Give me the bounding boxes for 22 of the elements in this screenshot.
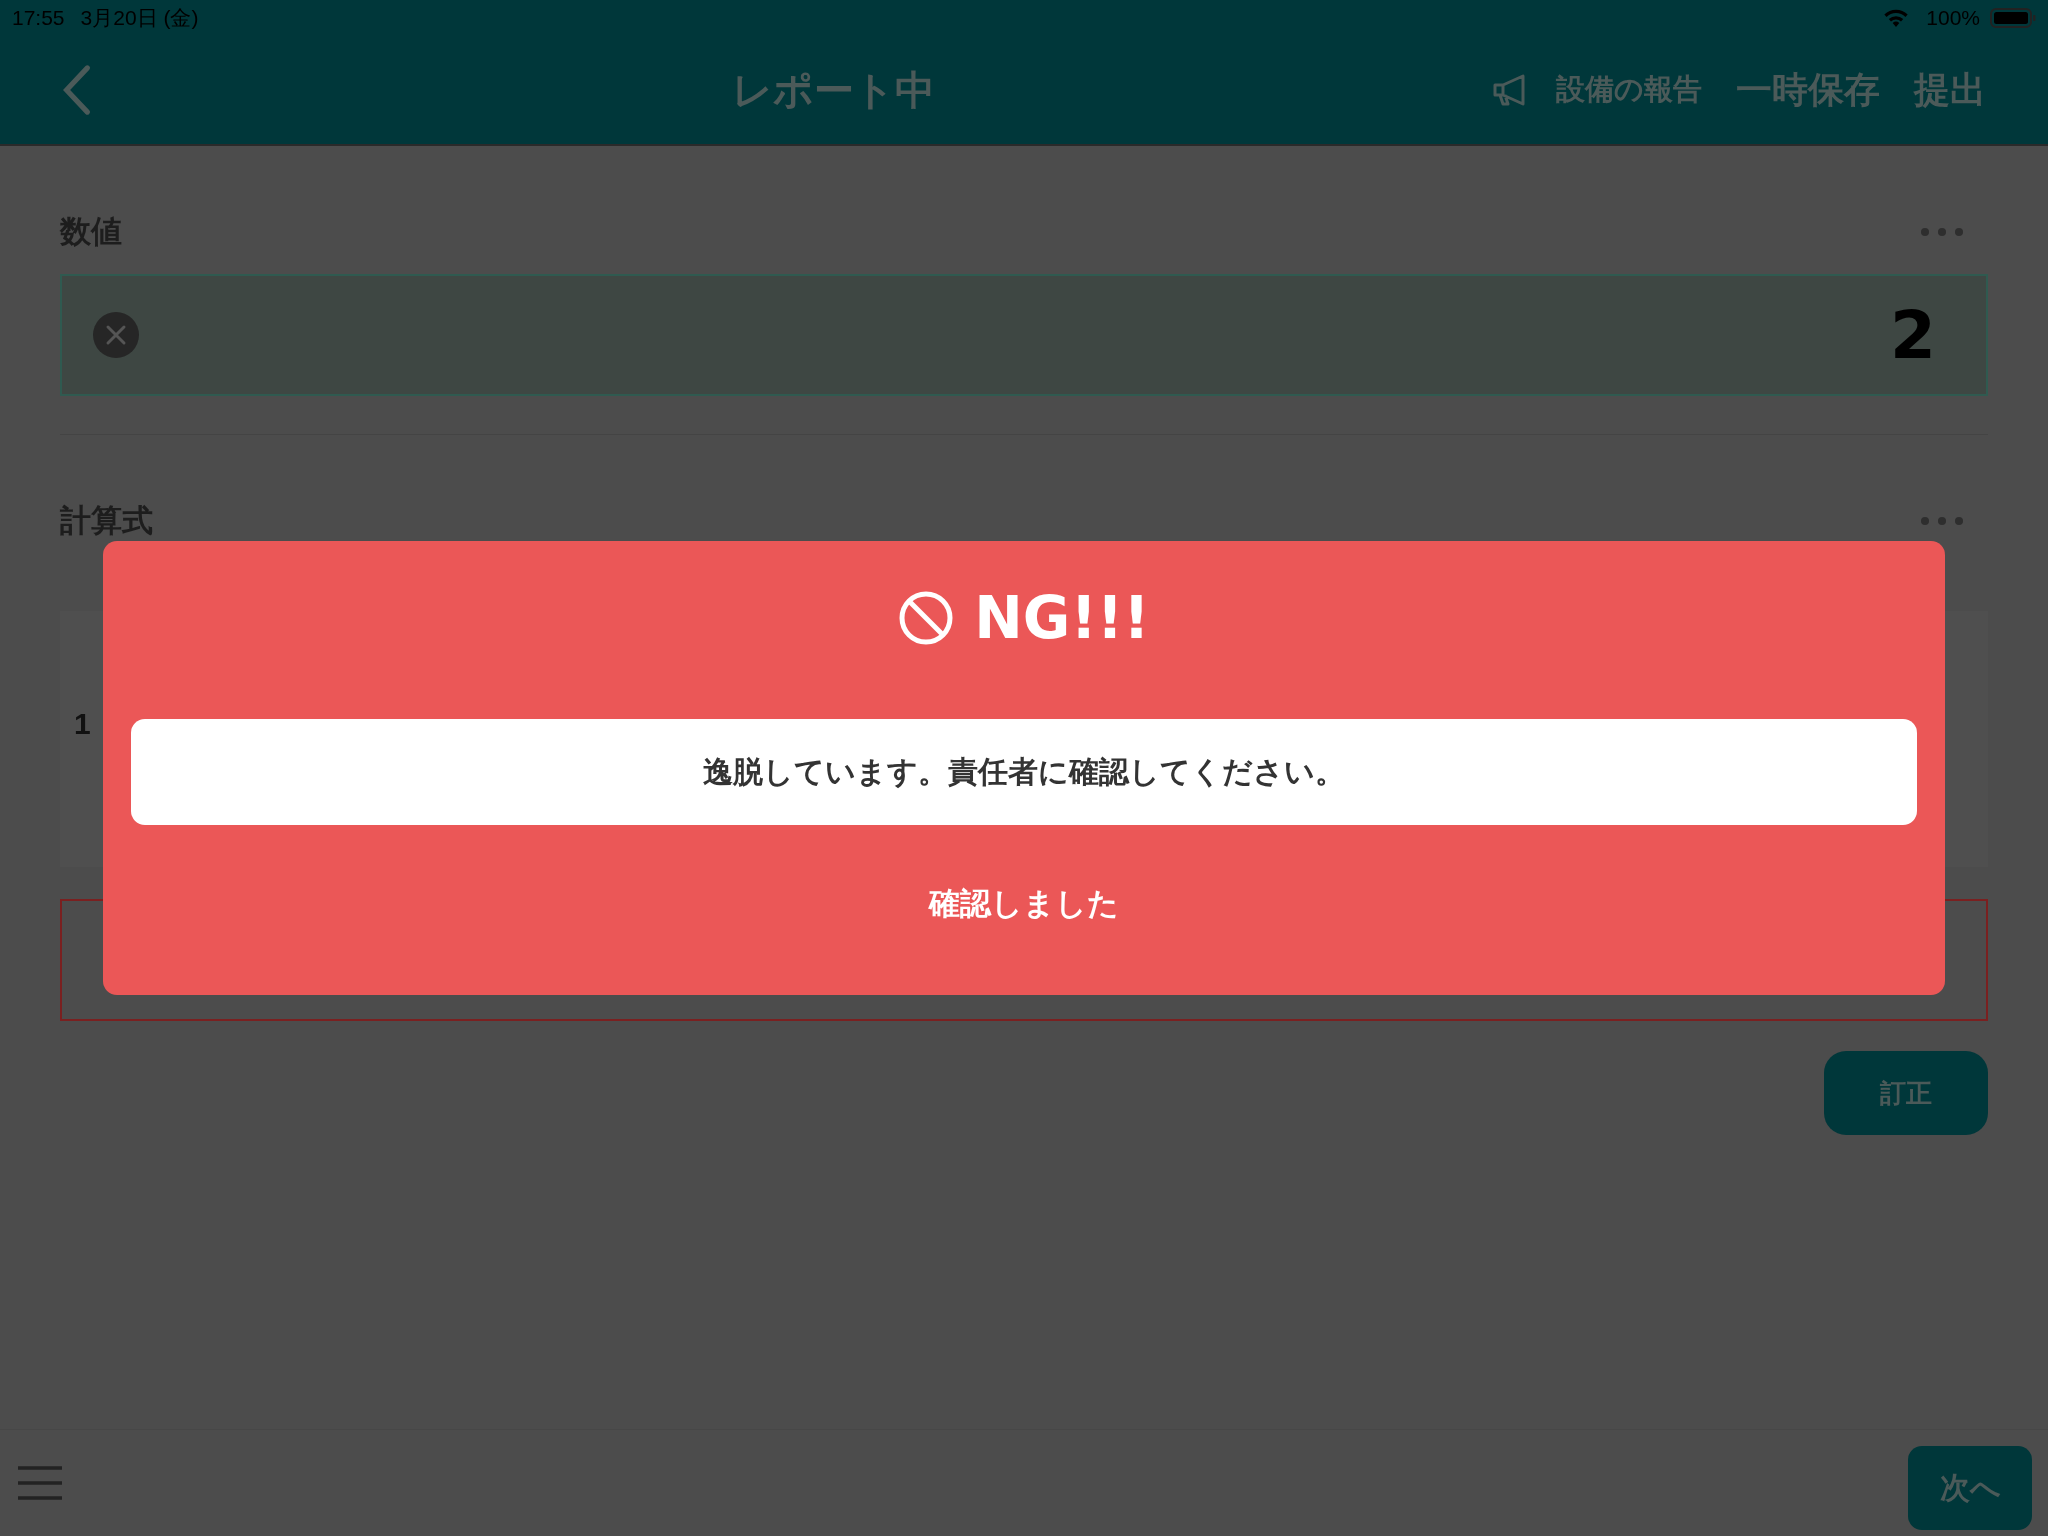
dialog-message: 逸脱しています。責任者に確認してください。: [131, 719, 1917, 825]
number-value: 2: [1890, 296, 1936, 374]
formula-value: 1: [74, 707, 91, 741]
more-icon[interactable]: [1920, 227, 1964, 237]
battery-percent: 100%: [1926, 6, 1980, 30]
confirm-button[interactable]: 確認しました: [899, 867, 1149, 941]
next-button[interactable]: 次へ: [1908, 1446, 2032, 1530]
dialog-title: NG!!!: [974, 584, 1150, 652]
correct-button[interactable]: 訂正: [1824, 1051, 1988, 1135]
number-input-field[interactable]: 2: [60, 274, 1988, 396]
more-icon[interactable]: [1920, 516, 1964, 526]
report-equipment-link[interactable]: 設備の報告: [1556, 70, 1702, 110]
submit-link[interactable]: 提出: [1914, 65, 1986, 115]
prohibited-icon: [898, 590, 955, 646]
status-time: 17:55: [12, 6, 65, 30]
save-draft-link[interactable]: 一時保存: [1736, 65, 1880, 115]
status-date: 3月20日 (金): [80, 5, 199, 31]
clear-icon[interactable]: [92, 311, 140, 359]
page-title: レポート中: [731, 65, 935, 115]
battery-icon: [1990, 8, 2036, 28]
menu-icon[interactable]: [16, 1465, 64, 1501]
wifi-icon: [1882, 8, 1911, 28]
